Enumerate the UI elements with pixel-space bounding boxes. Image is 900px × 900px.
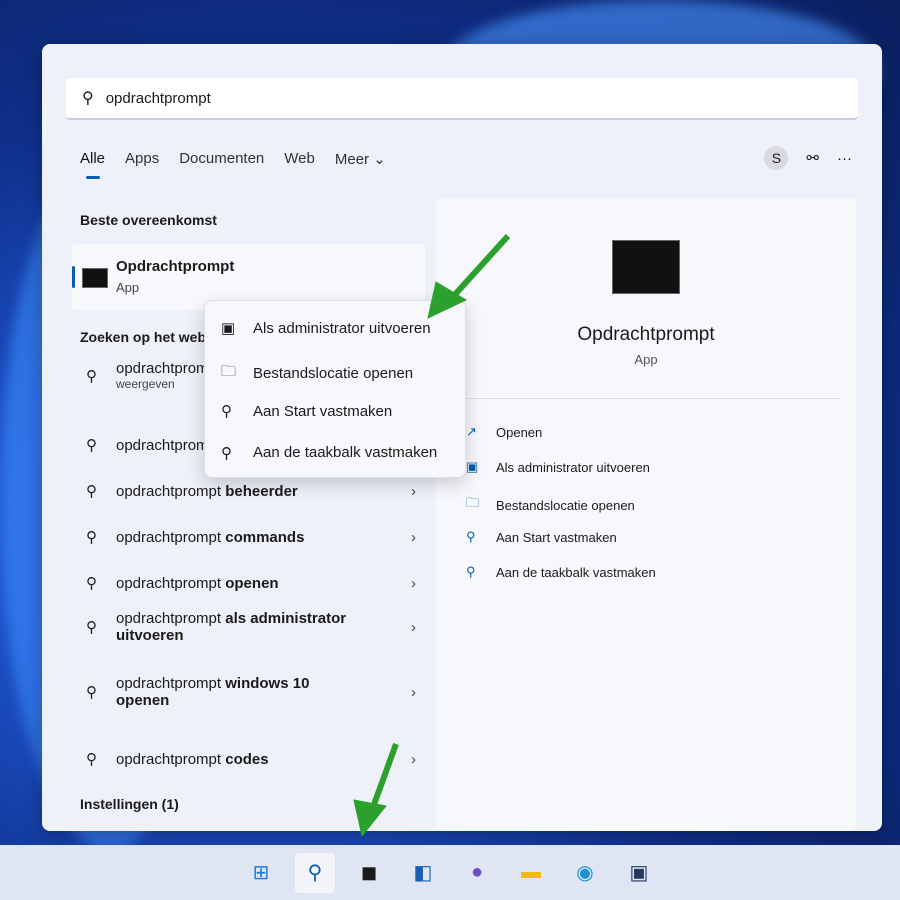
search-icon[interactable]: ⚲ <box>295 852 335 893</box>
task-view-icon[interactable]: ◼ <box>349 853 389 893</box>
file-explorer-icon[interactable]: ▬ <box>511 853 551 893</box>
taskbar: ⊞ ⚲ ◼ ◧ ● ▬ ◉ ▣ <box>0 845 900 900</box>
arrow-annotation <box>427 233 511 319</box>
widgets-icon[interactable]: ◧ <box>403 853 443 893</box>
arrow-annotation <box>353 742 399 838</box>
edge-icon[interactable]: ◉ <box>565 853 605 893</box>
start-icon[interactable]: ⊞ <box>241 853 281 893</box>
store-icon[interactable]: ▣ <box>619 853 659 893</box>
chat-icon[interactable]: ● <box>457 853 497 893</box>
annotation-arrows <box>353 233 511 838</box>
